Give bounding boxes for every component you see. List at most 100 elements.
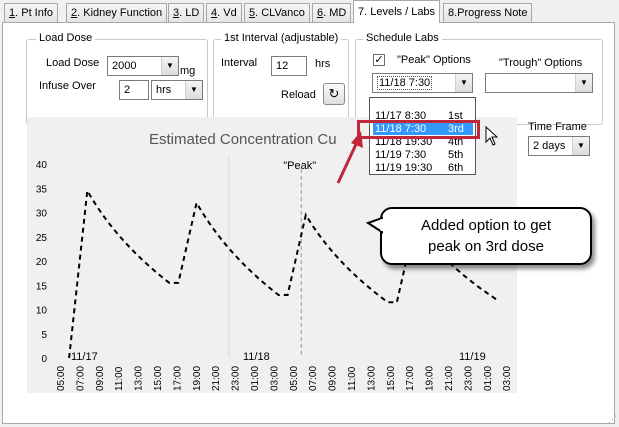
tab-label: . CLVanco xyxy=(255,7,305,19)
interval-label: Interval xyxy=(221,57,258,69)
x-tick-label: 19:00 xyxy=(192,366,203,391)
callout-line: Added option to get xyxy=(420,217,552,234)
trough-options-label: "Trough" Options xyxy=(499,57,583,69)
reload-icon: ↻ xyxy=(328,86,340,101)
y-tick-label: 20 xyxy=(36,257,48,268)
y-tick-label: 5 xyxy=(41,330,47,341)
chevron-down-icon: ▼ xyxy=(575,74,592,92)
dropdown-option[interactable]: 11/19 7:30 5th xyxy=(373,149,473,161)
time-frame-label: Time Frame xyxy=(528,121,587,133)
interval-group-title: 1st Interval (adjustable) xyxy=(221,32,342,44)
tab-label: . LD xyxy=(179,7,200,19)
reload-button[interactable]: ↻ xyxy=(323,83,345,105)
peak-options-label: "Peak" Options xyxy=(397,54,471,66)
tab-ld[interactable]: 3. LD xyxy=(168,3,205,22)
y-tick-label: 10 xyxy=(36,306,48,317)
tab-bar: 1. Pt Info 2. Kidney Function 3. LD 4. V… xyxy=(0,0,619,24)
load-dose-label: Load Dose xyxy=(46,57,100,69)
x-tick-label: 01:00 xyxy=(483,366,494,391)
x-tick-label: 09:00 xyxy=(95,366,106,391)
time-frame-value: 2 days xyxy=(533,140,566,152)
y-tick-label: 15 xyxy=(36,281,48,292)
peak-options-checkbox[interactable]: ✓ xyxy=(373,54,385,66)
x-tick-label: 11:00 xyxy=(347,366,358,391)
chart-title: Estimated Concentration Cu xyxy=(149,131,337,148)
peak-options-select[interactable]: 11/18 7:30 ▼ xyxy=(372,73,473,93)
load-dose-unit: mg xyxy=(180,65,196,77)
infuse-over-input[interactable]: 2 xyxy=(119,80,149,100)
date-label: 11/18 xyxy=(243,351,270,363)
x-tick-label: 03:00 xyxy=(269,366,280,391)
chevron-down-icon: ▼ xyxy=(572,137,589,155)
x-tick-label: 11:00 xyxy=(114,366,125,391)
checkmark-icon: ✓ xyxy=(374,54,384,66)
tab-vd[interactable]: 4. Vd xyxy=(206,3,242,22)
infuse-unit-select[interactable]: hrs ▼ xyxy=(151,80,203,100)
option-dose: 5th xyxy=(448,149,464,161)
time-frame-select[interactable]: 2 days ▼ xyxy=(528,136,590,156)
tab-label: . Pt Info xyxy=(15,7,54,19)
y-tick-label: 30 xyxy=(36,209,48,220)
x-tick-label: 15:00 xyxy=(153,366,164,391)
tab-levels-labs[interactable]: 7. Levels / Labs xyxy=(353,0,441,23)
dropdown-option[interactable]: 11/19 19:30 6th xyxy=(373,162,473,174)
chevron-down-icon: ▼ xyxy=(161,57,178,75)
x-tick-label: 21:00 xyxy=(211,366,222,391)
interval-input[interactable]: 12 xyxy=(271,56,307,76)
x-tick-label: 07:00 xyxy=(308,366,319,391)
annotation-callout: Added option to get peak on 3rd dose xyxy=(380,207,592,265)
x-tick-label: 13:00 xyxy=(134,366,145,391)
load-dose-group-title: Load Dose xyxy=(36,32,96,44)
resize-grip-icon[interactable]: ⋰ xyxy=(608,414,617,425)
x-tick-label: 09:00 xyxy=(328,366,339,391)
x-tick-label: 15:00 xyxy=(386,366,397,391)
date-label: 11/19 xyxy=(459,351,486,363)
x-tick-label: 05:00 xyxy=(289,366,300,391)
tab-progress-note[interactable]: 8.Progress Note xyxy=(443,3,533,22)
y-tick-label: 40 xyxy=(36,160,48,171)
peak-selected-value: 11/18 7:30 xyxy=(377,76,433,90)
infuse-over-label: Infuse Over xyxy=(39,80,96,92)
tab-label: . Vd xyxy=(217,7,237,19)
x-tick-label: 07:00 xyxy=(75,366,86,391)
chevron-down-icon: ▼ xyxy=(185,81,202,99)
tab-kidney-function[interactable]: 2. Kidney Function xyxy=(66,3,168,22)
x-tick-label: 23:00 xyxy=(231,366,242,391)
tab-pt-info[interactable]: 1. Pt Info xyxy=(4,3,59,22)
peak-marker-label: "Peak" xyxy=(283,160,316,172)
trough-options-select[interactable]: ▼ xyxy=(485,73,593,93)
highlight-box xyxy=(357,120,480,139)
schedule-labs-group-title: Schedule Labs xyxy=(363,32,442,44)
callout-pointer xyxy=(366,216,384,234)
option-time: 11/19 19:30 xyxy=(375,162,433,174)
tab-label: 7. Levels / Labs xyxy=(358,6,436,18)
x-tick-label: 19:00 xyxy=(425,366,436,391)
x-tick-label: 17:00 xyxy=(172,366,183,391)
x-tick-label: 17:00 xyxy=(405,366,416,391)
x-tick-label: 03:00 xyxy=(502,366,513,391)
tab-md[interactable]: 6. MD xyxy=(312,3,352,22)
x-tick-label: 21:00 xyxy=(444,366,455,391)
option-time: 11/19 7:30 xyxy=(375,149,427,161)
mouse-pointer-icon xyxy=(485,126,499,146)
y-tick-label: 35 xyxy=(36,184,48,195)
tab-label: 8.Progress Note xyxy=(448,7,528,19)
interval-group: 1st Interval (adjustable) xyxy=(213,32,349,125)
tab-label: . Kidney Function xyxy=(77,7,163,19)
x-tick-label: 13:00 xyxy=(366,366,377,391)
callout-line: peak on 3rd dose xyxy=(428,238,544,255)
y-tick-label: 0 xyxy=(41,354,47,365)
reload-label: Reload xyxy=(281,89,316,101)
load-dose-select[interactable]: 2000 ▼ xyxy=(107,56,179,76)
tab-clvanco[interactable]: 5. CLVanco xyxy=(244,3,310,22)
interval-unit: hrs xyxy=(315,58,331,70)
y-tick-label: 25 xyxy=(36,233,48,244)
x-tick-label: 01:00 xyxy=(250,366,261,391)
infuse-unit-value: hrs xyxy=(156,84,172,96)
tab-label: . MD xyxy=(323,7,347,19)
x-tick-label: 05:00 xyxy=(56,366,67,391)
chevron-down-icon: ▼ xyxy=(455,74,472,92)
option-dose: 6th xyxy=(448,162,464,174)
annotation-arrow-icon xyxy=(336,131,363,184)
load-dose-value: 2000 xyxy=(112,60,137,72)
